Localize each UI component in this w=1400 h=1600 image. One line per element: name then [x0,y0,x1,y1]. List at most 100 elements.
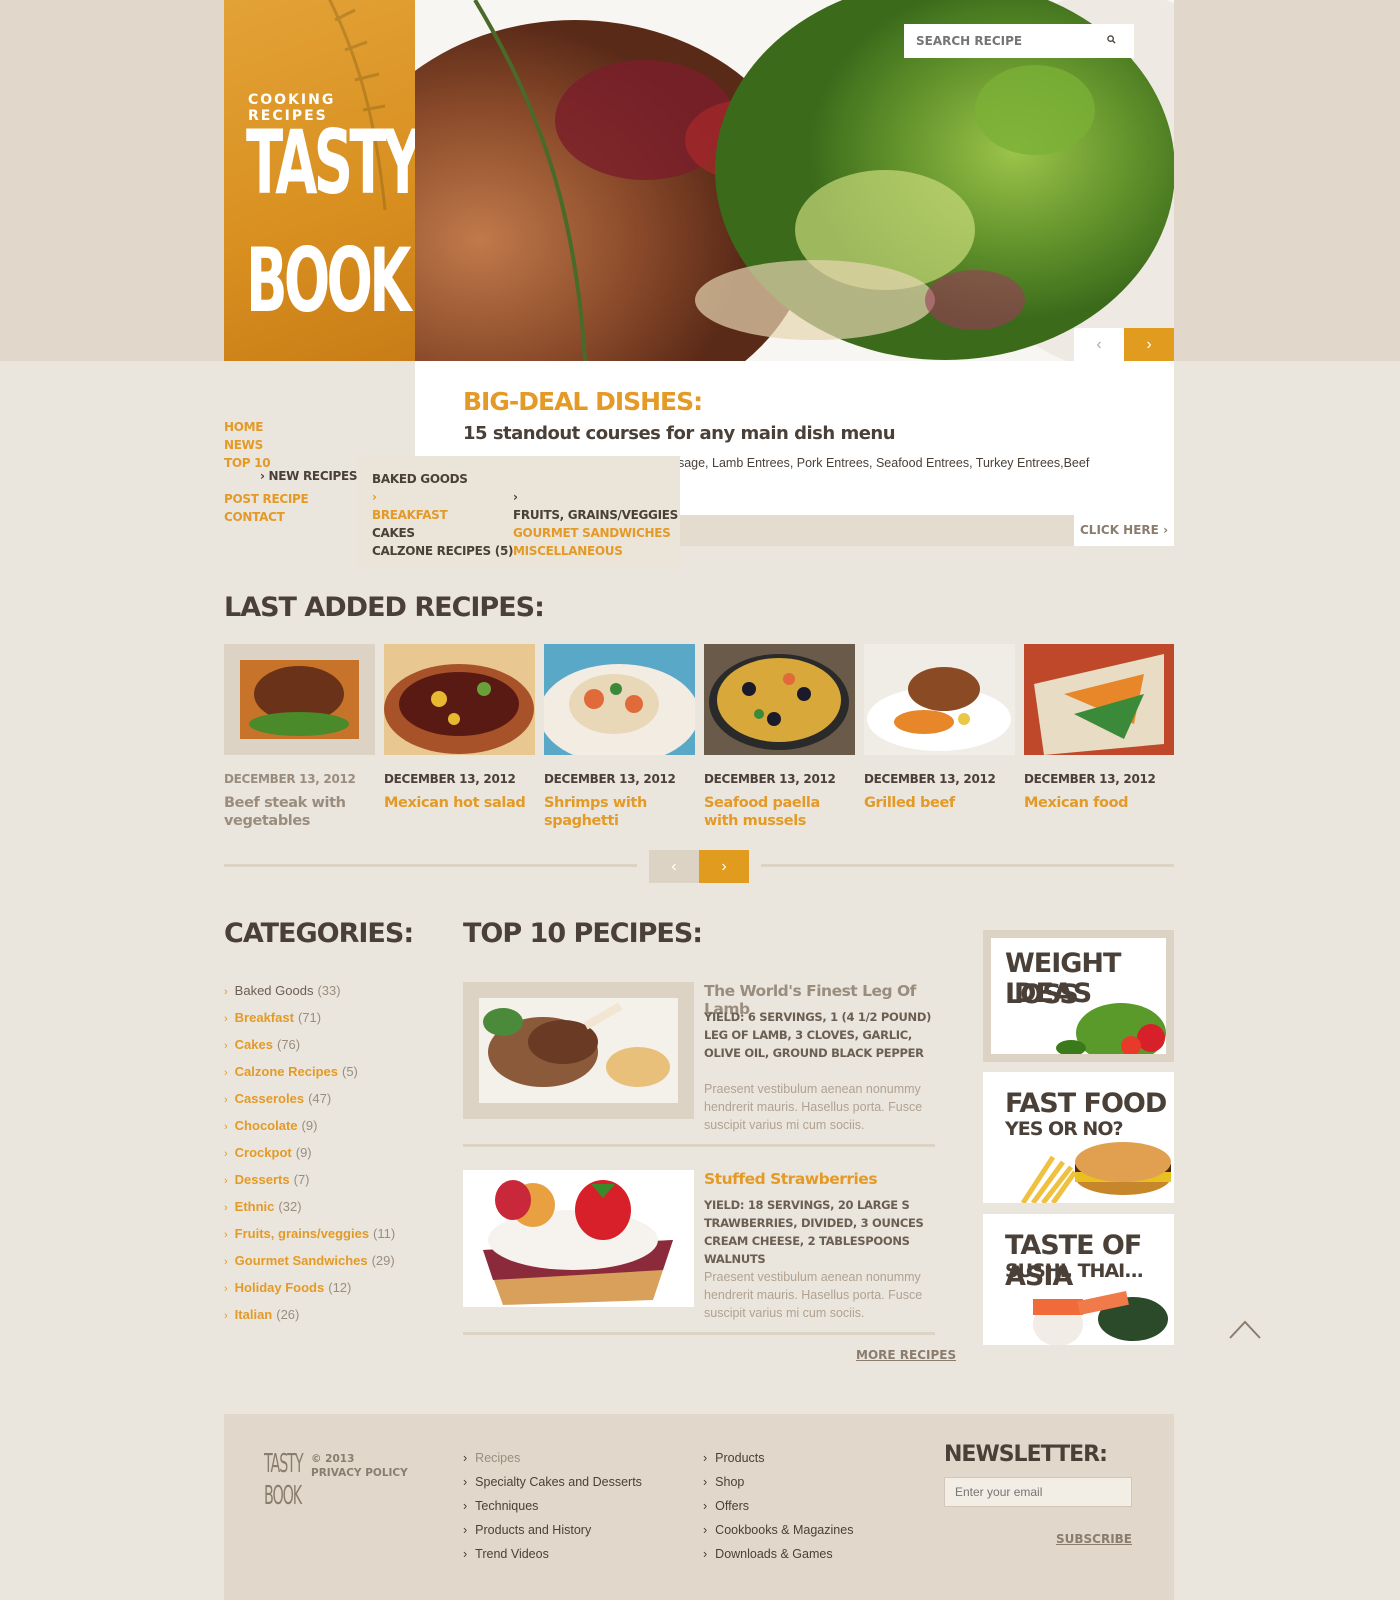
search-icon[interactable] [1107,35,1116,44]
top-recipe-title[interactable]: Stuffed Strawberries [704,1170,878,1188]
category-item[interactable]: › Ethnic (32) [224,1194,395,1221]
last-added-title: LAST ADDED RECIPES: [224,592,545,623]
footer-link[interactable]: Products and History [463,1518,642,1542]
top-recipe-image[interactable] [463,982,694,1119]
category-item[interactable]: › Italian (26) [224,1302,395,1329]
site-logo[interactable]: COOKING RECIPES TASTY BOOK [224,0,415,361]
chevron-right-icon: › [224,1094,228,1106]
footer-link[interactable]: Offers [703,1494,853,1518]
dropdown-item-active[interactable]: › BREAKFAST [372,488,513,524]
chevron-right-icon: › [224,1013,228,1025]
category-item[interactable]: › Cakes (76) [224,1032,395,1059]
recipe-thumbnail[interactable] [384,644,535,755]
chevron-right-icon: › [224,1229,228,1241]
footer-link[interactable]: Products [703,1446,853,1470]
recipe-thumbnail[interactable] [1024,644,1174,755]
chevron-right-icon: › [224,1256,228,1268]
chevron-right-icon: › [224,1040,228,1052]
privacy-policy-link[interactable]: PRIVACY POLICY [311,1466,408,1480]
chevron-right-icon: › [224,1202,228,1214]
footer-link[interactable]: Specialty Cakes and Desserts [463,1470,642,1494]
dropdown-item[interactable]: BAKED GOODS [372,470,513,488]
dropdown-column-2: › FRUITS, GRAINS/VEGGIES GOURMET SANDWIC… [513,488,678,560]
promo-taste-of-asia[interactable]: TASTE OF ASIA SUSHI, THAI... [983,1214,1174,1345]
top-recipe-image[interactable] [463,1170,694,1307]
nav-new-recipes[interactable]: › NEW RECIPES [260,469,358,483]
top-recipe-desc: Praesent vestibulum aenean nonummy hendr… [704,1082,923,1132]
newsletter-email-input[interactable] [944,1477,1132,1507]
recipe-card[interactable]: DECEMBER 13, 2012 Grilled beef [864,644,1015,812]
category-item[interactable]: › Breakfast (71) [224,1005,395,1032]
carousel-prev-button[interactable]: ‹ [649,850,699,883]
dropdown-item[interactable]: › FRUITS, GRAINS/VEGGIES [513,488,678,524]
footer-link[interactable]: Shop [703,1470,853,1494]
category-item[interactable]: › Chocolate (9) [224,1113,395,1140]
hero-next-button[interactable]: › [1124,328,1174,361]
recipe-name[interactable]: Mexican hot salad [384,794,535,812]
recipe-card[interactable]: DECEMBER 13, 2012 Mexican hot salad [384,644,535,812]
category-item[interactable]: › Baked Goods (33) [224,978,395,1005]
promo-weight-loss[interactable]: WEIGHT LOSS IDEAS [983,930,1174,1062]
recipe-card[interactable]: DECEMBER 13, 2012 Mexican food [1024,644,1174,812]
footer-link[interactable]: Trend Videos [463,1542,642,1566]
chevron-right-icon: › [721,858,727,875]
carousel-next-button[interactable]: › [699,850,749,883]
category-item[interactable]: › Desserts (7) [224,1167,395,1194]
scroll-to-top-icon[interactable] [1228,1318,1262,1340]
recipe-date: DECEMBER 13, 2012 [704,772,836,786]
recipe-name[interactable]: Mexican food [1024,794,1174,812]
chevron-right-icon: › [1146,336,1152,353]
newsletter-title: NEWSLETTER: [944,1442,1108,1467]
recipe-card[interactable]: DECEMBER 13, 2012 Shrimps with spaghetti [544,644,695,830]
categories-title: CATEGORIES: [224,918,414,949]
hero-prev-button[interactable]: ‹ [1074,328,1124,361]
nav-post-recipe[interactable]: POST RECIPE [224,490,309,508]
footer-links-col1: Recipes Specialty Cakes and Desserts Tec… [463,1446,642,1566]
search-input[interactable] [904,24,1096,58]
dropdown-item[interactable]: CAKES [372,524,513,542]
footer-link[interactable]: Cookbooks & Magazines [703,1518,853,1542]
category-item[interactable]: › Holiday Foods (12) [224,1275,395,1302]
footer-logo[interactable]: TASTY BOOK [264,1448,304,1512]
dropdown-column-1: BAKED GOODS › BREAKFAST CAKES CALZONE RE… [372,470,514,560]
chevron-right-icon: › [224,1121,228,1133]
recipe-name[interactable]: Seafood paella with mussels [704,794,855,830]
chevron-right-icon: › [224,1175,228,1187]
category-item[interactable]: › Gourmet Sandwiches (29) [224,1248,395,1275]
recipe-thumbnail[interactable] [224,644,375,755]
nav-news[interactable]: NEWS [224,436,308,454]
more-recipes-link[interactable]: MORE RECIPES [856,1348,956,1362]
footer-link[interactable]: Techniques [463,1494,642,1518]
category-item[interactable]: › Casseroles (47) [224,1086,395,1113]
click-here-button[interactable]: CLICK HERE › [1074,515,1174,546]
feature-subtitle: 15 standout courses for any main dish me… [463,423,896,444]
carousel-divider [224,864,637,867]
top10-title: TOP 10 PECIPES: [463,918,703,949]
recipe-name[interactable]: Grilled beef [864,794,1015,812]
category-item[interactable]: › Fruits, grains/veggies (11) [224,1221,395,1248]
nav-contact[interactable]: CONTACT [224,508,308,526]
nav-dropdown: BAKED GOODS › BREAKFAST CAKES CALZONE RE… [358,456,680,568]
chevron-right-icon: › [224,1283,228,1295]
category-item[interactable]: › Crockpot (9) [224,1140,395,1167]
dropdown-item[interactable]: CALZONE RECIPES (5) [372,542,514,560]
footer-link[interactable]: Recipes [463,1446,642,1470]
top-recipe-yield: YIELD: 18 SERVINGS, 20 LARGE S TRAWBERRI… [704,1198,924,1266]
recipe-card[interactable]: DECEMBER 13, 2012 Beef steak with vegeta… [224,644,375,830]
recipe-name[interactable]: Shrimps with spaghetti [544,794,695,830]
subscribe-button[interactable]: SUBSCRIBE [1056,1532,1132,1546]
promo-fast-food[interactable]: FAST FOOD YES OR NO? [983,1072,1174,1203]
recipe-card[interactable]: DECEMBER 13, 2012 Seafood paella with mu… [704,644,855,830]
recipe-thumbnail[interactable] [704,644,855,755]
dropdown-item[interactable]: GOURMET SANDWICHES [513,524,678,542]
logo-name: TASTY BOOK [246,111,415,332]
feature-title: BIG-DEAL DISHES: [463,387,703,416]
dropdown-item[interactable]: MISCELLANEOUS [513,542,678,560]
search-box[interactable] [904,24,1134,58]
category-item[interactable]: › Calzone Recipes (5) [224,1059,395,1086]
recipe-thumbnail[interactable] [544,644,695,755]
footer-link[interactable]: Downloads & Games [703,1542,853,1566]
recipe-thumbnail[interactable] [864,644,1015,755]
recipe-name[interactable]: Beef steak with vegetables [224,794,375,830]
nav-home[interactable]: HOME [224,418,308,436]
